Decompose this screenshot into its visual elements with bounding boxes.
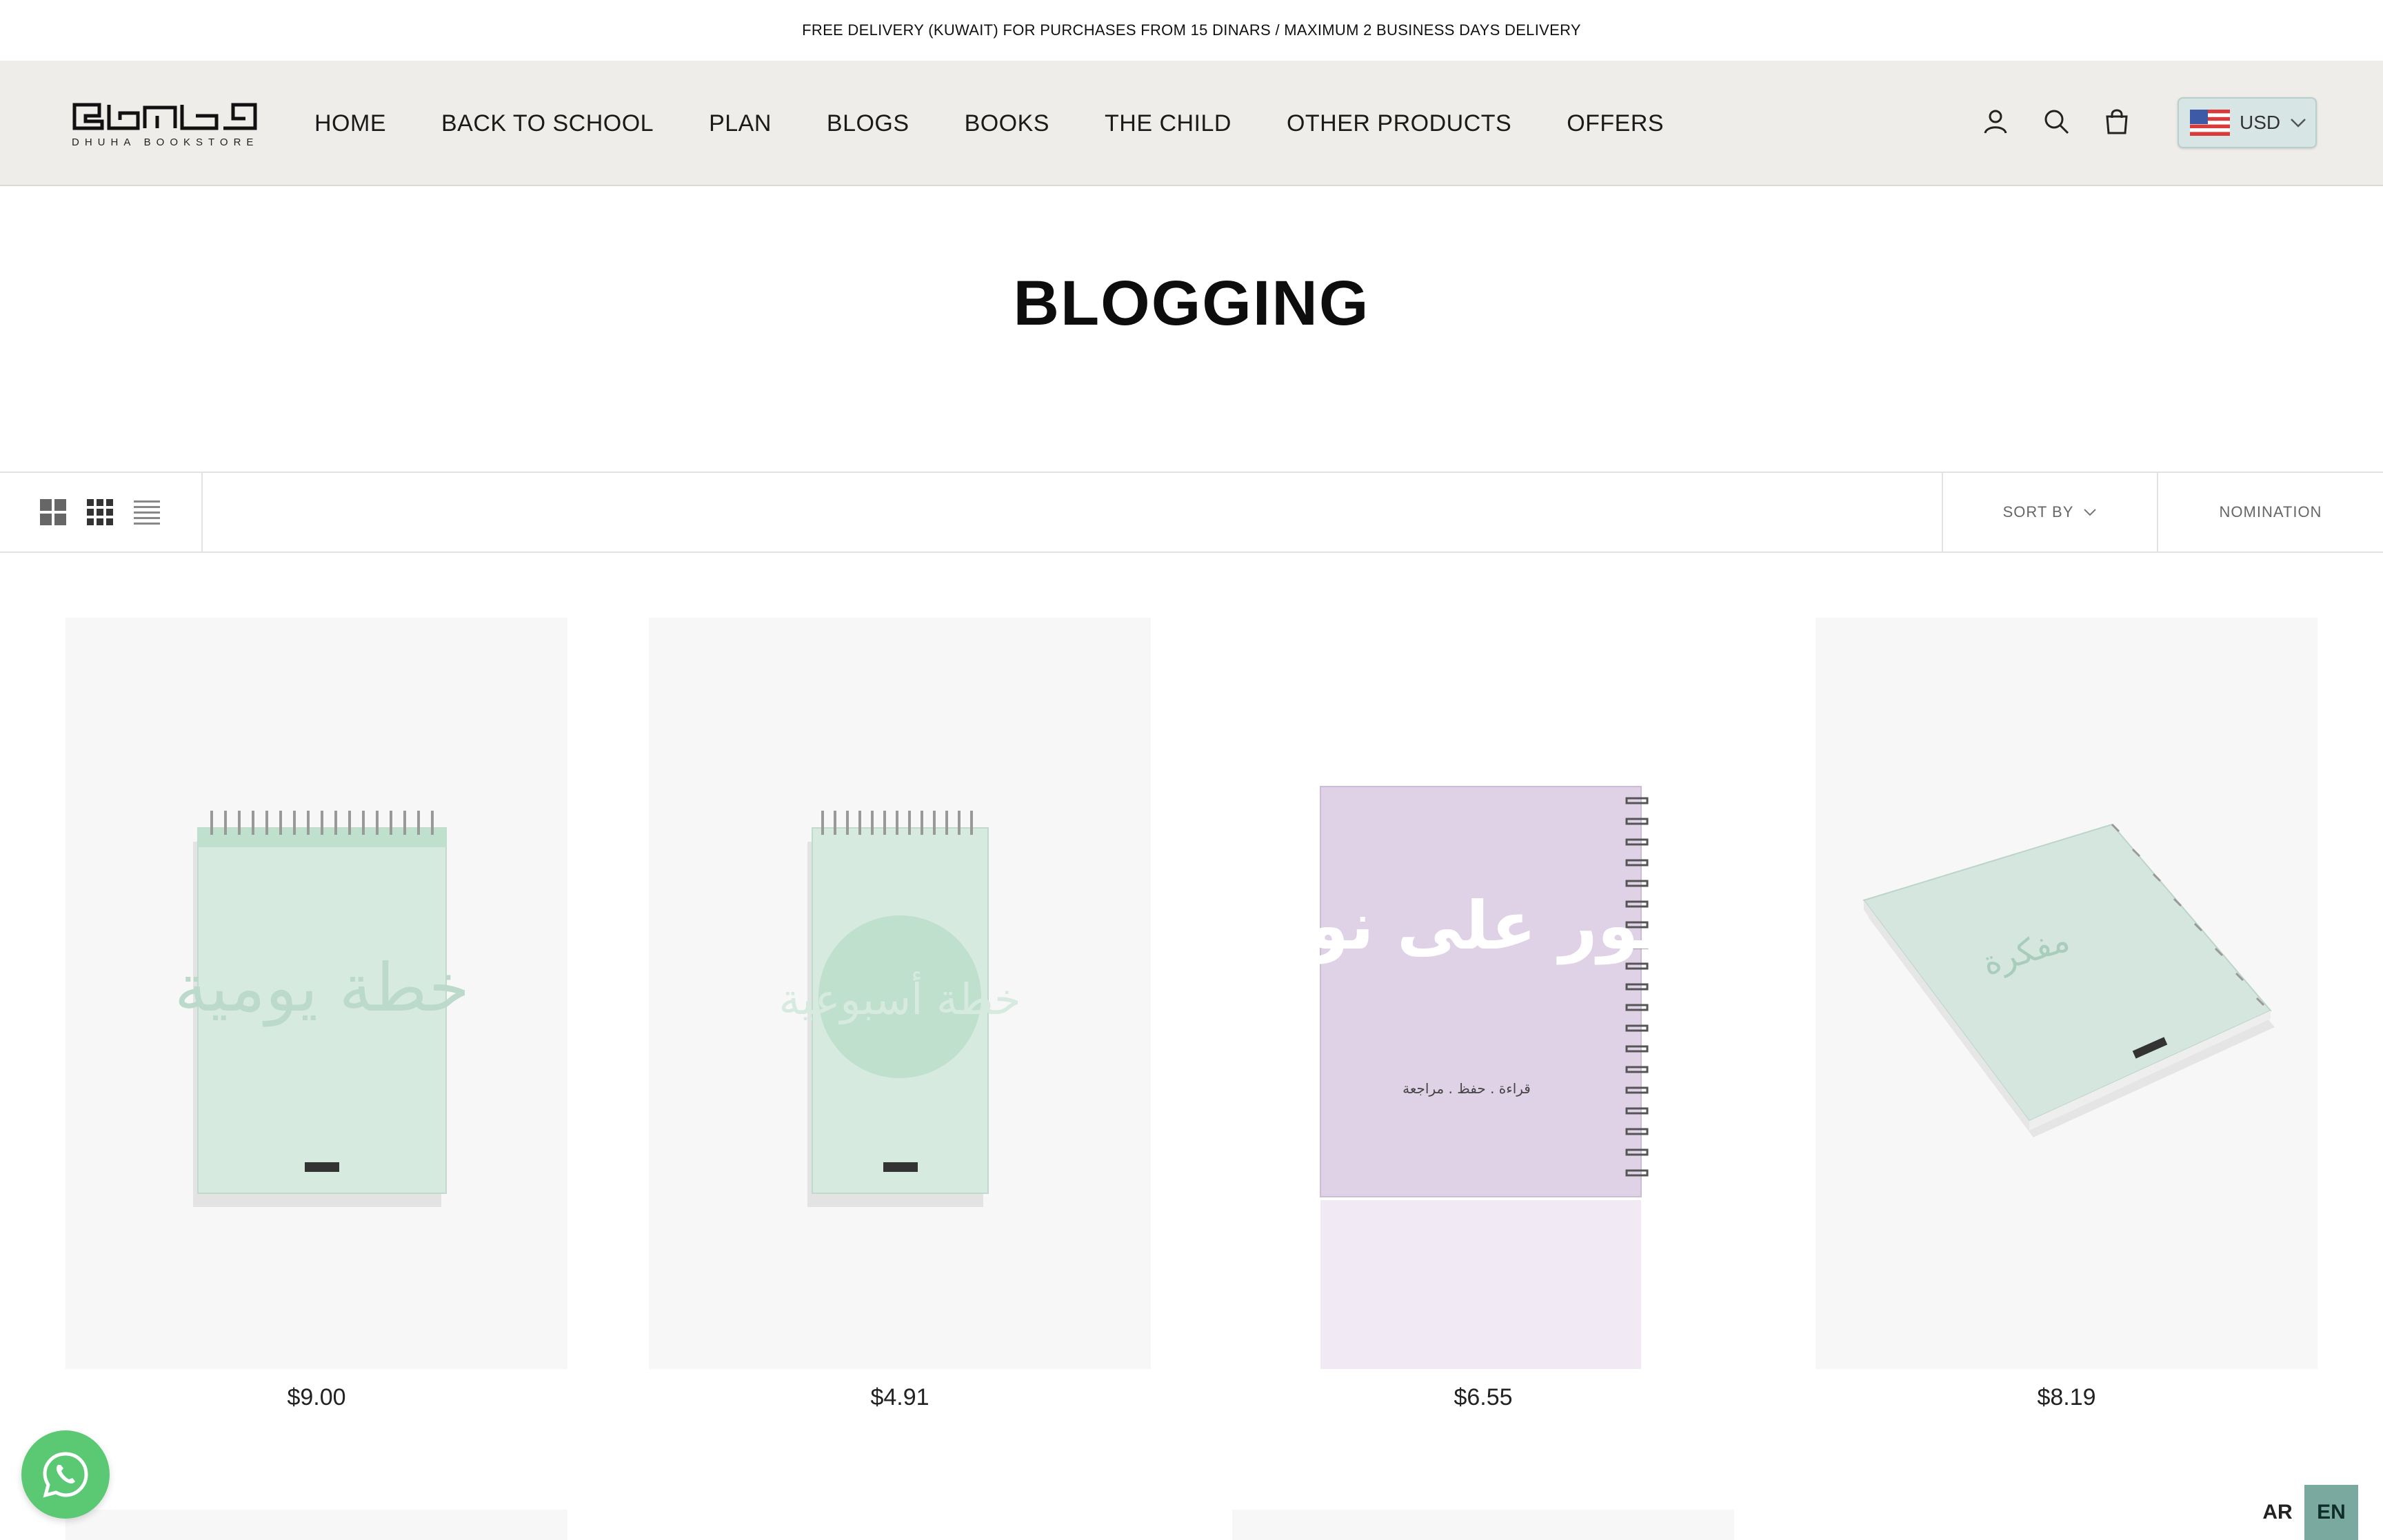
account-icon[interactable] <box>1980 106 2011 136</box>
us-flag-icon <box>2190 110 2230 136</box>
site-header: DHUHA BOOKSTORE HOME BACK TO SCHOOL PLAN… <box>0 61 2383 186</box>
view-switcher <box>0 473 203 551</box>
nav-plan[interactable]: PLAN <box>709 110 772 137</box>
filter-label: NOMINATION <box>2219 503 2322 520</box>
chevron-down-icon <box>2084 509 2097 516</box>
language-switcher: AR EN <box>2251 1485 2358 1540</box>
product-image[interactable]: خطة يومية <box>66 618 567 1369</box>
cover-title: خطة يومية <box>174 949 470 1027</box>
product-card[interactable]: خطة يومية $9.00 <box>66 618 567 1411</box>
nav-home[interactable]: HOME <box>314 110 386 137</box>
page-title: BLOGGING <box>1013 268 1370 338</box>
product-card[interactable]: خطة أسبوعية $4.91 <box>649 618 1151 1411</box>
nav-the-child[interactable]: THE CHILD <box>1105 110 1231 137</box>
logo-mark-icon <box>72 103 257 130</box>
product-card[interactable]: مفكرة $8.19 <box>1816 618 2317 1411</box>
main-nav: HOME BACK TO SCHOOL PLAN BLOGS BOOKS THE… <box>314 61 1719 186</box>
lang-en-button[interactable]: EN <box>2304 1485 2358 1540</box>
collection-toolbar: SORT BY NOMINATION <box>0 472 2383 553</box>
header-actions <box>1980 106 2132 136</box>
lang-ar-button[interactable]: AR <box>2251 1485 2304 1540</box>
list-icon[interactable] <box>134 499 160 525</box>
product-image[interactable]: نور على نور قراءة . حفظ . مراجعة <box>1232 618 1734 1369</box>
nav-blogs[interactable]: BLOGS <box>827 110 909 137</box>
cover-title: خطة أسبوعية <box>779 971 1021 1024</box>
product-image[interactable]: مفكرة <box>1816 618 2317 1369</box>
product-price: $8.19 <box>2037 1384 2096 1410</box>
announcement-text: FREE DELIVERY (KUWAIT) FOR PURCHASES FRO… <box>802 21 1581 39</box>
nav-back-to-school[interactable]: BACK TO SCHOOL <box>441 110 654 137</box>
nav-other-products[interactable]: OTHER PRODUCTS <box>1287 110 1511 137</box>
grid-4-icon[interactable] <box>87 499 113 525</box>
currency-selector[interactable]: USD <box>2178 97 2317 148</box>
chevron-down-icon <box>2291 119 2306 128</box>
whatsapp-icon <box>43 1452 88 1498</box>
logo-subtitle: DHUHA BOOKSTORE <box>72 136 259 148</box>
announcement-bar: FREE DELIVERY (KUWAIT) FOR PURCHASES FRO… <box>0 0 2383 61</box>
sort-by-button[interactable]: SORT BY <box>1942 473 2157 551</box>
sort-by-label: SORT BY <box>2002 503 2074 520</box>
whatsapp-button[interactable] <box>21 1430 110 1519</box>
cart-icon[interactable] <box>2102 106 2132 136</box>
filter-button[interactable]: NOMINATION <box>2157 473 2383 551</box>
nav-books[interactable]: BOOKS <box>965 110 1049 137</box>
cover-title: نور على نور <box>1267 887 1664 965</box>
product-price: $6.55 <box>1454 1384 1513 1410</box>
currency-label: USD <box>2240 112 2281 133</box>
nav-offers[interactable]: OFFERS <box>1567 110 1664 137</box>
product-price: $4.91 <box>870 1384 929 1410</box>
grid-2-icon[interactable] <box>40 499 66 525</box>
store-logo[interactable]: DHUHA BOOKSTORE <box>72 101 259 150</box>
search-icon[interactable] <box>2041 106 2071 136</box>
product-price: $9.00 <box>287 1384 346 1410</box>
cover-subtitle: قراءة . حفظ . مراجعة <box>1402 1080 1531 1097</box>
product-card-partial[interactable] <box>1232 1510 1734 1540</box>
product-image[interactable]: خطة أسبوعية <box>649 618 1151 1369</box>
product-card-partial[interactable] <box>66 1510 567 1540</box>
product-card[interactable]: نور على نور قراءة . حفظ . مراجعة $6.55 <box>1232 618 1734 1411</box>
